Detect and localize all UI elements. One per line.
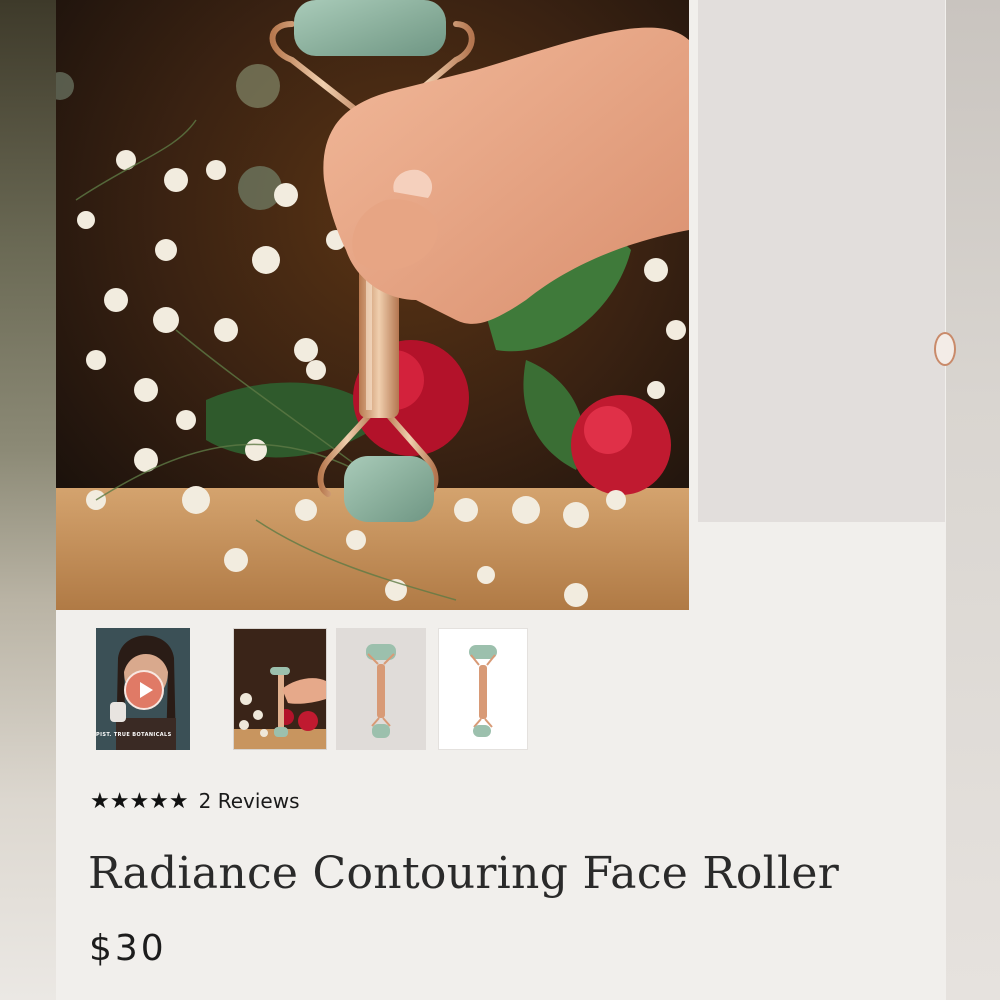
thumbnail-3-art bbox=[439, 629, 527, 749]
thumbnail-image-2[interactable] bbox=[336, 628, 426, 750]
product-title: Radiance Contouring Face Roller bbox=[88, 848, 840, 899]
product-price: $30 bbox=[89, 928, 167, 969]
blurred-left-edge bbox=[0, 0, 56, 1000]
video-caption: PIST. TRUE BOTANICALS bbox=[96, 732, 172, 738]
chevron-right-icon[interactable] bbox=[934, 332, 956, 366]
main-product-photo bbox=[56, 0, 689, 610]
thumbnail-image-1[interactable] bbox=[233, 628, 327, 750]
thumbnail-2-art bbox=[336, 628, 426, 750]
reviews-link[interactable]: 2 Reviews bbox=[199, 789, 300, 813]
main-product-image[interactable] bbox=[56, 0, 689, 610]
product-rating: ★★★★★ 2 Reviews bbox=[90, 786, 299, 816]
thumbnail-video[interactable]: PIST. TRUE BOTANICALS bbox=[96, 628, 190, 750]
thumbnail-1-art bbox=[234, 629, 326, 749]
blurred-right-edge bbox=[946, 0, 1000, 1000]
next-slide-preview[interactable] bbox=[698, 0, 945, 522]
thumbnail-image-3[interactable] bbox=[438, 628, 528, 750]
star-icon: ★★★★★ bbox=[90, 788, 189, 814]
play-icon[interactable] bbox=[124, 670, 164, 710]
